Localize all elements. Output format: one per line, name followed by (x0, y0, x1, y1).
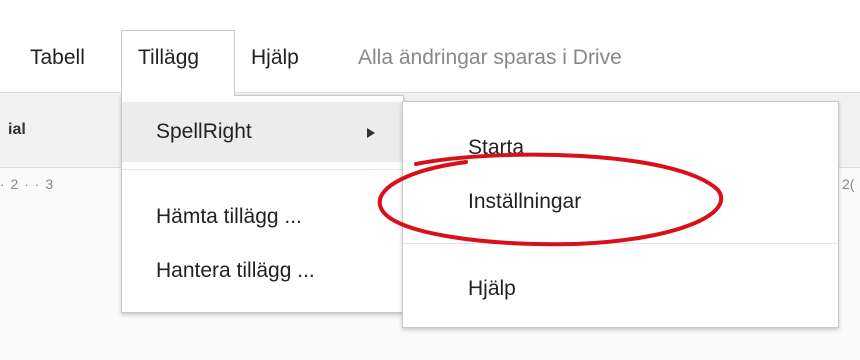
ruler-right-mark: 2( (842, 176, 855, 192)
menu-item-label: SpellRight (156, 120, 252, 143)
menu-item-hantera-tillagg[interactable]: Hantera tillägg ... (122, 241, 403, 301)
menu-divider (122, 169, 403, 170)
font-name-selector[interactable]: ial (8, 121, 26, 139)
menu-hjalp[interactable]: Hjälp (251, 44, 299, 72)
menu-item-label: Hantera tillägg ... (156, 259, 315, 282)
ruler: · 2 · · 3 (0, 176, 55, 192)
save-status-text[interactable]: Alla ändringar sparas i Drive (358, 44, 622, 72)
menu-item-hamta-tillagg[interactable]: Hämta tillägg ... (122, 187, 403, 247)
submenu-item-label: Hjälp (468, 277, 516, 300)
menu-item-spellright[interactable]: SpellRight (122, 102, 403, 162)
annotation-stroke (377, 152, 724, 247)
submenu-item-hjalp[interactable]: Hjälp (403, 259, 838, 319)
menu-tillagg-open[interactable]: Tillägg (121, 30, 235, 96)
red-circle-annotation (377, 152, 724, 247)
menu-tabell[interactable]: Tabell (30, 44, 85, 72)
tillagg-dropdown-menu: SpellRight Hämta tillägg ... Hantera til… (121, 95, 404, 313)
submenu-arrow-icon (367, 128, 375, 138)
menu-tillagg-label: Tillägg (138, 46, 200, 69)
menu-item-label: Hämta tillägg ... (156, 205, 302, 228)
